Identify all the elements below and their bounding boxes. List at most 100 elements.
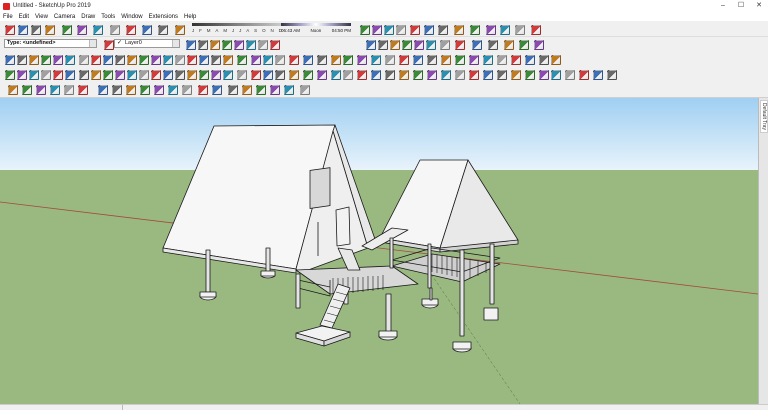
- print-icon[interactable]: [142, 25, 152, 35]
- text-icon[interactable]: [399, 55, 409, 65]
- eraser-icon[interactable]: [127, 70, 137, 80]
- paste-icon[interactable]: [186, 40, 196, 50]
- save-icon[interactable]: [270, 85, 280, 95]
- chevron-down-icon[interactable]: [89, 40, 96, 47]
- menu-help[interactable]: Help: [184, 14, 196, 20]
- default-tray[interactable]: Default Tray: [758, 98, 768, 404]
- select-icon[interactable]: [258, 40, 268, 50]
- paint-icon[interactable]: [366, 40, 376, 50]
- pushpull-icon[interactable]: [187, 70, 197, 80]
- erase-icon[interactable]: [175, 55, 185, 65]
- zoom-extents-icon[interactable]: [41, 55, 51, 65]
- offset-icon[interactable]: [237, 70, 247, 80]
- copy-icon[interactable]: [29, 70, 39, 80]
- save-icon[interactable]: [413, 70, 423, 80]
- tape-icon[interactable]: [98, 85, 108, 95]
- paste-icon[interactable]: [77, 25, 87, 35]
- move-icon[interactable]: [426, 40, 436, 50]
- move-icon[interactable]: [331, 55, 341, 65]
- pan-icon[interactable]: [303, 70, 313, 80]
- rectangle-icon[interactable]: [8, 85, 18, 95]
- save-icon[interactable]: [18, 25, 28, 35]
- select-icon[interactable]: [237, 55, 247, 65]
- menu-camera[interactable]: Camera: [54, 14, 75, 20]
- paint-icon[interactable]: [263, 55, 273, 65]
- model-info-icon[interactable]: [158, 25, 168, 35]
- extension-warehouse-icon[interactable]: [497, 55, 507, 65]
- redo-icon[interactable]: [199, 55, 209, 65]
- text-icon[interactable]: [504, 40, 514, 50]
- axes-icon[interactable]: [413, 55, 423, 65]
- tape-icon[interactable]: [385, 55, 395, 65]
- rotate-icon[interactable]: [440, 40, 450, 50]
- offset-icon[interactable]: [371, 55, 381, 65]
- move-icon[interactable]: [199, 70, 209, 80]
- paste-icon[interactable]: [469, 70, 479, 80]
- rotate-icon[interactable]: [454, 25, 464, 35]
- pan-icon[interactable]: [154, 85, 164, 95]
- undo-icon[interactable]: [65, 70, 75, 80]
- open-icon[interactable]: [5, 70, 15, 80]
- orbit-icon[interactable]: [534, 40, 544, 50]
- open-icon[interactable]: [284, 85, 294, 95]
- extension-warehouse-icon[interactable]: [357, 70, 367, 80]
- warehouse-icon[interactable]: [483, 55, 493, 65]
- redo-icon[interactable]: [222, 40, 232, 50]
- arc-icon[interactable]: [289, 55, 299, 65]
- undo-icon[interactable]: [110, 25, 120, 35]
- undo-icon[interactable]: [187, 55, 197, 65]
- line-icon[interactable]: [378, 40, 388, 50]
- pan-icon[interactable]: [17, 55, 27, 65]
- line-icon[interactable]: [151, 70, 161, 80]
- close-button[interactable]: ✕: [750, 0, 768, 12]
- zoom-icon[interactable]: [317, 70, 327, 80]
- warehouse-icon[interactable]: [343, 70, 353, 80]
- extension-warehouse-icon[interactable]: [65, 55, 75, 65]
- scale-icon[interactable]: [455, 40, 465, 50]
- tape-icon[interactable]: [500, 25, 510, 35]
- axes-icon[interactable]: [275, 70, 285, 80]
- rectangle-icon[interactable]: [410, 25, 420, 35]
- sketchup-logo-icon[interactable]: [256, 85, 266, 95]
- move-icon[interactable]: [438, 25, 448, 35]
- paint-icon[interactable]: [372, 25, 382, 35]
- move-icon[interactable]: [36, 85, 46, 95]
- maximize-button[interactable]: ☐: [732, 0, 750, 12]
- line-icon[interactable]: [275, 55, 285, 65]
- time-slider[interactable]: [281, 23, 351, 26]
- menu-file[interactable]: File: [3, 14, 13, 20]
- axes-icon[interactable]: [126, 85, 136, 95]
- model-viewport[interactable]: [0, 98, 758, 404]
- orbit-icon[interactable]: [140, 85, 150, 95]
- warehouse-icon[interactable]: [198, 85, 208, 95]
- offset-icon[interactable]: [472, 40, 482, 50]
- tape-icon[interactable]: [251, 70, 261, 80]
- rectangle-icon[interactable]: [402, 40, 412, 50]
- scale-icon[interactable]: [357, 55, 367, 65]
- text-icon[interactable]: [112, 85, 122, 95]
- copy-icon[interactable]: [62, 25, 72, 35]
- paint-icon[interactable]: [139, 70, 149, 80]
- rotate-icon[interactable]: [50, 85, 60, 95]
- layout-icon[interactable]: [228, 85, 238, 95]
- paste-icon[interactable]: [163, 55, 173, 65]
- sketchup-logo-icon[interactable]: [5, 25, 15, 35]
- menu-extensions[interactable]: Extensions: [149, 14, 178, 20]
- model-info-icon[interactable]: [246, 40, 256, 50]
- paste-icon[interactable]: [41, 70, 51, 80]
- line-icon[interactable]: [384, 25, 394, 35]
- extension-warehouse-icon[interactable]: [212, 85, 222, 95]
- cut-icon[interactable]: [300, 85, 310, 95]
- cut-icon[interactable]: [139, 55, 149, 65]
- scale-icon[interactable]: [470, 25, 480, 35]
- minimize-button[interactable]: –: [714, 0, 732, 12]
- open-icon[interactable]: [31, 25, 41, 35]
- zoom-icon[interactable]: [29, 55, 39, 65]
- layout-icon[interactable]: [79, 55, 89, 65]
- erase-icon[interactable]: [53, 70, 63, 80]
- model-info-icon[interactable]: [103, 70, 113, 80]
- undo-icon[interactable]: [210, 40, 220, 50]
- rotate-icon[interactable]: [343, 55, 353, 65]
- arc-icon[interactable]: [390, 40, 400, 50]
- date-slider[interactable]: [192, 23, 282, 26]
